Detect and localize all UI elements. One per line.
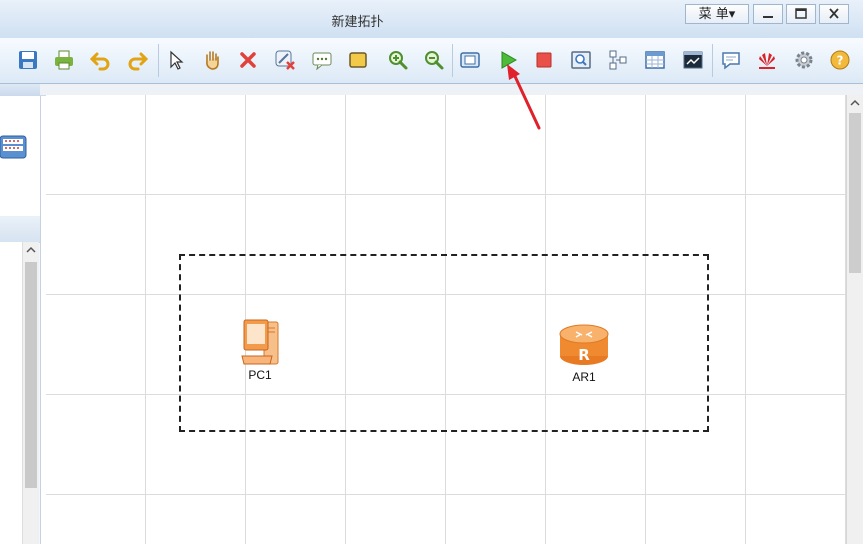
device-list-scrollbar[interactable] <box>22 242 39 544</box>
scroll-up-icon[interactable] <box>23 243 39 257</box>
minimize-icon <box>763 16 773 18</box>
switch-category-icon[interactable] <box>0 132 32 162</box>
pc-icon <box>241 319 279 365</box>
pan-hand-icon <box>206 51 219 70</box>
device-list <box>0 242 22 544</box>
save-button[interactable] <box>17 49 39 71</box>
device-label: AR1 <box>572 370 596 384</box>
huawei-logo-icon <box>759 53 775 69</box>
text-comment-icon <box>312 52 332 71</box>
delete-link-icon <box>275 50 295 70</box>
terminal-button[interactable] <box>682 49 704 71</box>
select-button[interactable] <box>165 49 187 71</box>
canvas-scroll-thumb[interactable] <box>849 113 861 273</box>
toolbar: ? <box>0 38 863 84</box>
delete-button[interactable] <box>237 49 259 71</box>
undo-icon <box>89 52 110 71</box>
settings-button[interactable] <box>793 49 815 71</box>
capture-icon <box>571 51 591 69</box>
save-icon <box>19 51 37 69</box>
print-button[interactable] <box>53 49 75 71</box>
terminal-icon <box>683 51 703 69</box>
title-bar: 新建拓扑 菜 单▾ <box>0 0 863 39</box>
print-icon <box>55 50 73 70</box>
topology-button[interactable] <box>607 49 629 71</box>
huawei-button[interactable] <box>756 49 778 71</box>
chat-button[interactable] <box>720 49 742 71</box>
text-button[interactable] <box>311 49 333 71</box>
fit-view-button[interactable] <box>459 49 481 71</box>
device-list-header <box>0 216 40 243</box>
topology-icon <box>609 50 627 70</box>
rectangle-button[interactable] <box>347 49 369 71</box>
capture-button[interactable] <box>570 49 592 71</box>
menu-button[interactable]: 菜 单▾ <box>685 4 749 24</box>
delete-link-button[interactable] <box>274 49 296 71</box>
zoom-in-icon <box>389 51 408 70</box>
redo-button[interactable] <box>127 49 149 71</box>
toolbar-separator <box>712 44 713 77</box>
fit-view-icon <box>460 52 480 68</box>
select-pointer-icon <box>170 50 184 70</box>
chat-icon <box>722 52 740 70</box>
redo-icon <box>128 52 149 71</box>
zoom-in-button[interactable] <box>387 49 409 71</box>
help-button[interactable]: ? <box>829 49 851 71</box>
device-ar1[interactable]: R AR1 <box>556 322 612 384</box>
svg-text:?: ? <box>837 54 844 68</box>
svg-text:R: R <box>578 346 590 364</box>
undo-button[interactable] <box>89 49 111 71</box>
window-title: 新建拓扑 <box>331 15 384 30</box>
toolbar-separator <box>452 44 453 77</box>
close-button[interactable] <box>819 4 849 24</box>
minimize-button[interactable] <box>753 4 783 24</box>
canvas-vertical-scrollbar[interactable] <box>846 95 863 544</box>
scroll-up-icon[interactable] <box>847 96 863 110</box>
delete-icon <box>240 52 256 68</box>
close-icon <box>829 8 839 19</box>
device-list-scroll-thumb[interactable] <box>25 262 37 488</box>
zoom-out-icon <box>425 51 444 70</box>
rectangle-icon <box>349 52 367 68</box>
table-button[interactable] <box>644 49 666 71</box>
settings-gear-icon <box>795 51 813 69</box>
annotation-arrow <box>507 64 541 130</box>
maximize-button[interactable] <box>786 4 816 24</box>
device-pc1[interactable]: PC1 <box>232 316 296 382</box>
device-panel <box>0 84 41 544</box>
device-category-box <box>0 96 40 217</box>
toolbar-separator <box>158 44 159 77</box>
device-panel-header <box>0 84 40 96</box>
maximize-icon <box>795 8 807 19</box>
help-icon: ? <box>830 50 850 70</box>
pan-button[interactable] <box>201 49 223 71</box>
device-label: PC1 <box>248 368 272 382</box>
zoom-out-button[interactable] <box>423 49 445 71</box>
table-icon <box>645 51 665 69</box>
router-icon: R <box>559 324 609 365</box>
